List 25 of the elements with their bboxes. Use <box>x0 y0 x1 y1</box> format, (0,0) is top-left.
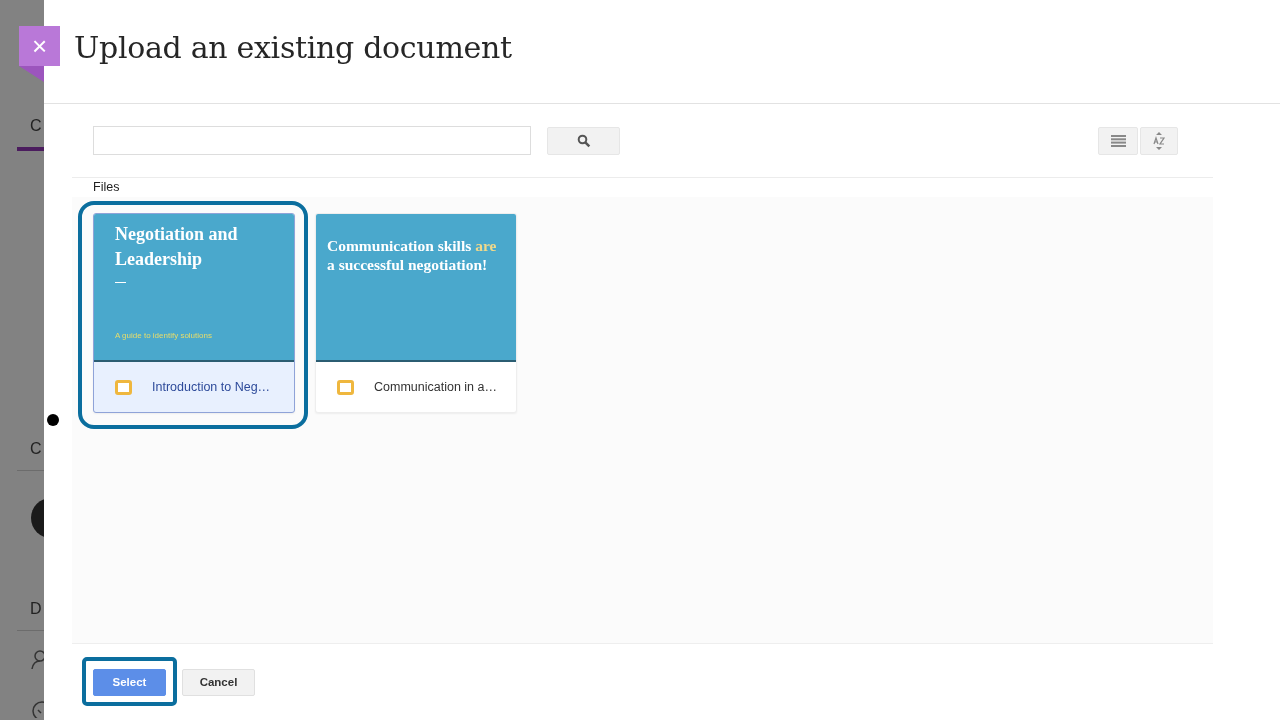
slide-subtitle: A guide to identify solutions <box>115 331 213 340</box>
background-text: D <box>30 600 42 618</box>
background-text: C <box>30 440 42 458</box>
clock-icon <box>31 698 44 718</box>
dialog-title: Upload an existing document <box>74 30 512 65</box>
file-name: Communication in a… <box>374 380 497 394</box>
list-icon <box>1110 134 1126 147</box>
list-view-button[interactable] <box>1098 126 1138 155</box>
slide-rule <box>115 282 126 283</box>
background-text: C <box>30 117 42 135</box>
cancel-button[interactable]: Cancel <box>182 668 255 696</box>
slide-title: Communication skills are a successful negotiation! <box>327 236 498 274</box>
slides-file-icon <box>115 379 132 395</box>
slide-title: Negotiation and Leadership <box>115 223 239 271</box>
section-label: Files <box>72 178 1213 197</box>
sort-icon <box>1152 131 1166 150</box>
sort-button[interactable] <box>1140 126 1178 155</box>
person-icon <box>31 650 44 670</box>
search-field[interactable] <box>93 126 531 155</box>
slides-file-icon <box>337 379 354 395</box>
search-button[interactable] <box>547 126 620 155</box>
search-icon <box>576 133 591 148</box>
file-name: Introduction to Neg… <box>152 380 271 394</box>
file-card[interactable]: Communication skills are a successful negotiation! Communication in a… <box>315 213 517 413</box>
file-card[interactable]: Negotiation and Leadership A guide to identify solutions Introduction to Neg… <box>93 213 295 413</box>
